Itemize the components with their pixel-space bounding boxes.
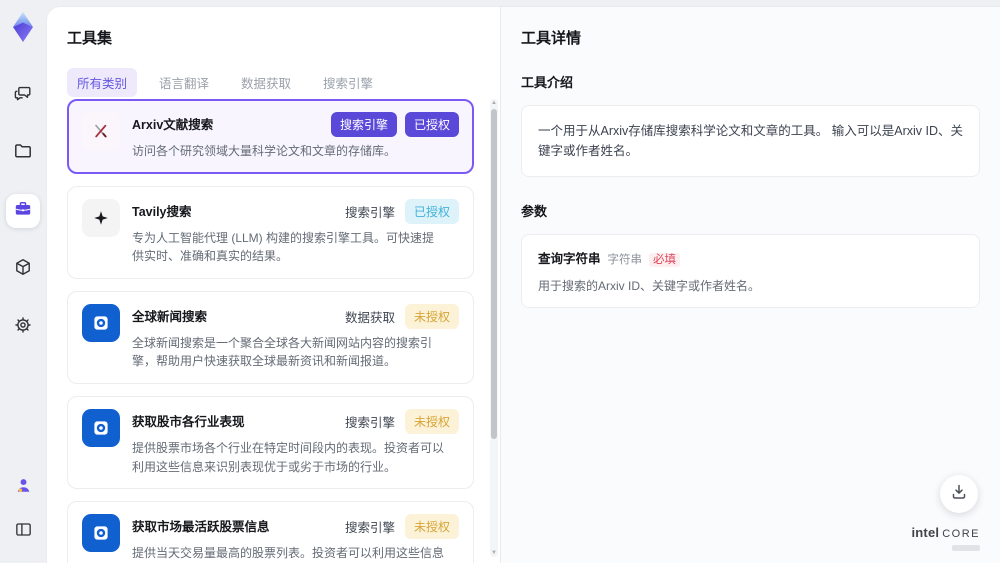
auth-status-badge[interactable]: 未授权 — [404, 408, 459, 434]
tool-name: Tavily搜索 — [132, 204, 192, 219]
required-badge: 必填 — [649, 253, 681, 267]
tool-card-content: 获取股市各行业表现 搜索引擎 未授权提供股票市场各个行业在特定时间段内的表现。投资者… — [132, 408, 459, 476]
active-stocks-icon — [82, 514, 120, 553]
tool-card-content: 获取市场最活跃股票信息 搜索引擎 未授权提供当天交易量最高的股票列表。投资者可以利用… — [132, 514, 459, 563]
auth-status-badge[interactable]: 未授权 — [404, 303, 459, 329]
chat-icon — [13, 83, 33, 108]
parameter-header: 查询字符串 字符串 必填 — [538, 248, 963, 268]
sidebar-item-collapse-panel[interactable] — [6, 515, 40, 549]
category-tabs: 所有类别 语言翻译 数据获取 搜索引擎 — [67, 68, 500, 97]
parameter-name: 查询字符串 — [538, 252, 601, 266]
download-icon — [949, 482, 969, 507]
auth-status-badge[interactable]: 已授权 — [404, 198, 459, 224]
tool-name: Arxiv文献搜索 — [132, 118, 214, 132]
intro-heading: 工具介绍 — [521, 75, 574, 90]
category-tab[interactable]: 数据获取 — [231, 68, 301, 97]
tool-card[interactable]: 全球新闻搜索 数据获取 未授权全球新闻搜索是一个聚合全球各大新闻网站内容的搜索引擎，… — [67, 290, 474, 384]
category-tab[interactable]: 搜索引擎 — [313, 68, 383, 97]
main-content: 工具集 所有类别 语言翻译 数据获取 搜索引擎 Arxiv文献搜索 搜索引擎 已授权 访问各… — [46, 6, 1000, 563]
scrollbar-thumb[interactable] — [491, 109, 497, 439]
tool-card[interactable]: 获取市场最活跃股票信息 搜索引擎 未授权提供当天交易量最高的股票列表。投资者可以利用… — [67, 501, 474, 563]
intel-core-logo: intel core — [911, 524, 980, 551]
user-icon — [14, 476, 33, 500]
sidebar-item-models[interactable] — [6, 252, 40, 286]
app-logo — [8, 10, 38, 44]
detail-title: 工具详情 — [521, 30, 582, 47]
intro-text: 一个用于从Arxiv存储库搜索科学论文和文章的工具。 输入可以是Arxiv ID… — [521, 105, 980, 177]
tool-description: 提供股票市场各个行业在特定时间段内的表现。投资者可以利用这些信息来识别表现优于或… — [132, 440, 445, 474]
sidebar-item-account[interactable] — [6, 471, 40, 505]
folder-icon — [13, 141, 33, 166]
panel-icon — [14, 520, 33, 544]
tool-card-content: 全球新闻搜索 数据获取 未授权全球新闻搜索是一个聚合全球各大新闻网站内容的搜索引擎，… — [132, 303, 459, 371]
tool-card[interactable]: 获取股市各行业表现 搜索引擎 未授权提供股票市场各个行业在特定时间段内的表现。投资者… — [67, 395, 474, 490]
tool-list-viewport: Arxiv文献搜索 搜索引擎 已授权 访问各个研究领域大量科学论文和文章的存储库。 Ta… — [67, 99, 484, 563]
tool-card[interactable]: Arxiv文献搜索 搜索引擎 已授权 访问各个研究领域大量科学论文和文章的存储库。 — [67, 99, 474, 174]
category-label: 搜索引擎 — [344, 521, 395, 536]
tool-name: 全球新闻搜索 — [132, 309, 208, 324]
globe-news-icon — [82, 303, 120, 342]
tool-name: 获取股市各行业表现 — [132, 414, 245, 429]
sidebar-item-conversations[interactable] — [6, 78, 40, 112]
category-tab[interactable]: 语言翻译 — [149, 68, 219, 97]
category-label: 数据获取 — [344, 310, 395, 325]
tool-card-content: Tavily搜索 搜索引擎 已授权专为人工智能代理 (LLM) 构建的搜索引擎工具。… — [132, 198, 459, 266]
gear-icon — [13, 315, 33, 340]
tools-list-pane: 工具集 所有类别 语言翻译 数据获取 搜索引擎 Arxiv文献搜索 搜索引擎 已授权 访问各… — [47, 7, 500, 563]
sidebar-item-files[interactable] — [6, 136, 40, 170]
scrollbar-down-icon[interactable]: ▼ — [490, 549, 498, 557]
auth-status-badge[interactable]: 未授权 — [404, 514, 459, 540]
brand-subtext-bar — [952, 545, 980, 551]
auth-status-badge[interactable]: 已授权 — [404, 112, 459, 137]
tavily-icon — [82, 198, 120, 237]
arxiv-icon — [82, 112, 120, 150]
cube-icon — [13, 257, 33, 282]
brand-core: core — [942, 528, 980, 540]
parameter-description: 用于搜索的Arxiv ID、关键字或作者姓名。 — [538, 279, 761, 293]
params-heading: 参数 — [521, 204, 548, 219]
left-icon-rail — [0, 0, 46, 563]
tool-description: 提供当天交易量最高的股票列表。投资者可以利用这些信息来识别流动性强的股票和潜在的… — [132, 546, 445, 561]
category-label: 搜索引擎 — [344, 415, 395, 430]
parameter-type: 字符串 — [607, 254, 643, 266]
tool-list-scrollbar[interactable]: ▲ ▼ — [490, 99, 498, 557]
sidebar-item-tools[interactable] — [6, 194, 40, 228]
tool-description: 全球新闻搜索是一个聚合全球各大新闻网站内容的搜索引擎，帮助用户快速获取全球最新资… — [132, 335, 433, 369]
category-label: 搜索引擎 — [344, 205, 395, 220]
tool-detail-pane: 工具详情 工具介绍 一个用于从Arxiv存储库搜索科学论文和文章的工具。 输入可… — [500, 7, 1000, 563]
tool-description: 访问各个研究领域大量科学论文和文章的存储库。 — [132, 144, 397, 158]
category-badge: 搜索引擎 — [330, 112, 397, 137]
scrollbar-up-icon[interactable]: ▲ — [490, 99, 498, 107]
briefcase-icon — [13, 199, 33, 224]
category-tab[interactable]: 所有类别 — [67, 68, 138, 97]
tool-card[interactable]: Tavily搜索 搜索引擎 已授权专为人工智能代理 (LLM) 构建的搜索引擎工具。… — [67, 185, 474, 279]
sidebar-item-settings[interactable] — [6, 310, 40, 344]
download-button[interactable] — [940, 475, 978, 513]
brand-intel: intel — [911, 525, 940, 540]
parameter-item: 查询字符串 字符串 必填用于搜索的Arxiv ID、关键字或作者姓名。 — [521, 234, 980, 308]
tool-name: 获取市场最活跃股票信息 — [132, 520, 270, 535]
page-title: 工具集 — [67, 30, 113, 47]
tool-card-content: Arxiv文献搜索 搜索引擎 已授权 访问各个研究领域大量科学论文和文章的存储库。 — [132, 112, 459, 161]
stock-sector-icon — [82, 408, 120, 447]
tool-description: 专为人工智能代理 (LLM) 构建的搜索引擎工具。可快速提供实时、准确和真实的结… — [132, 230, 435, 264]
